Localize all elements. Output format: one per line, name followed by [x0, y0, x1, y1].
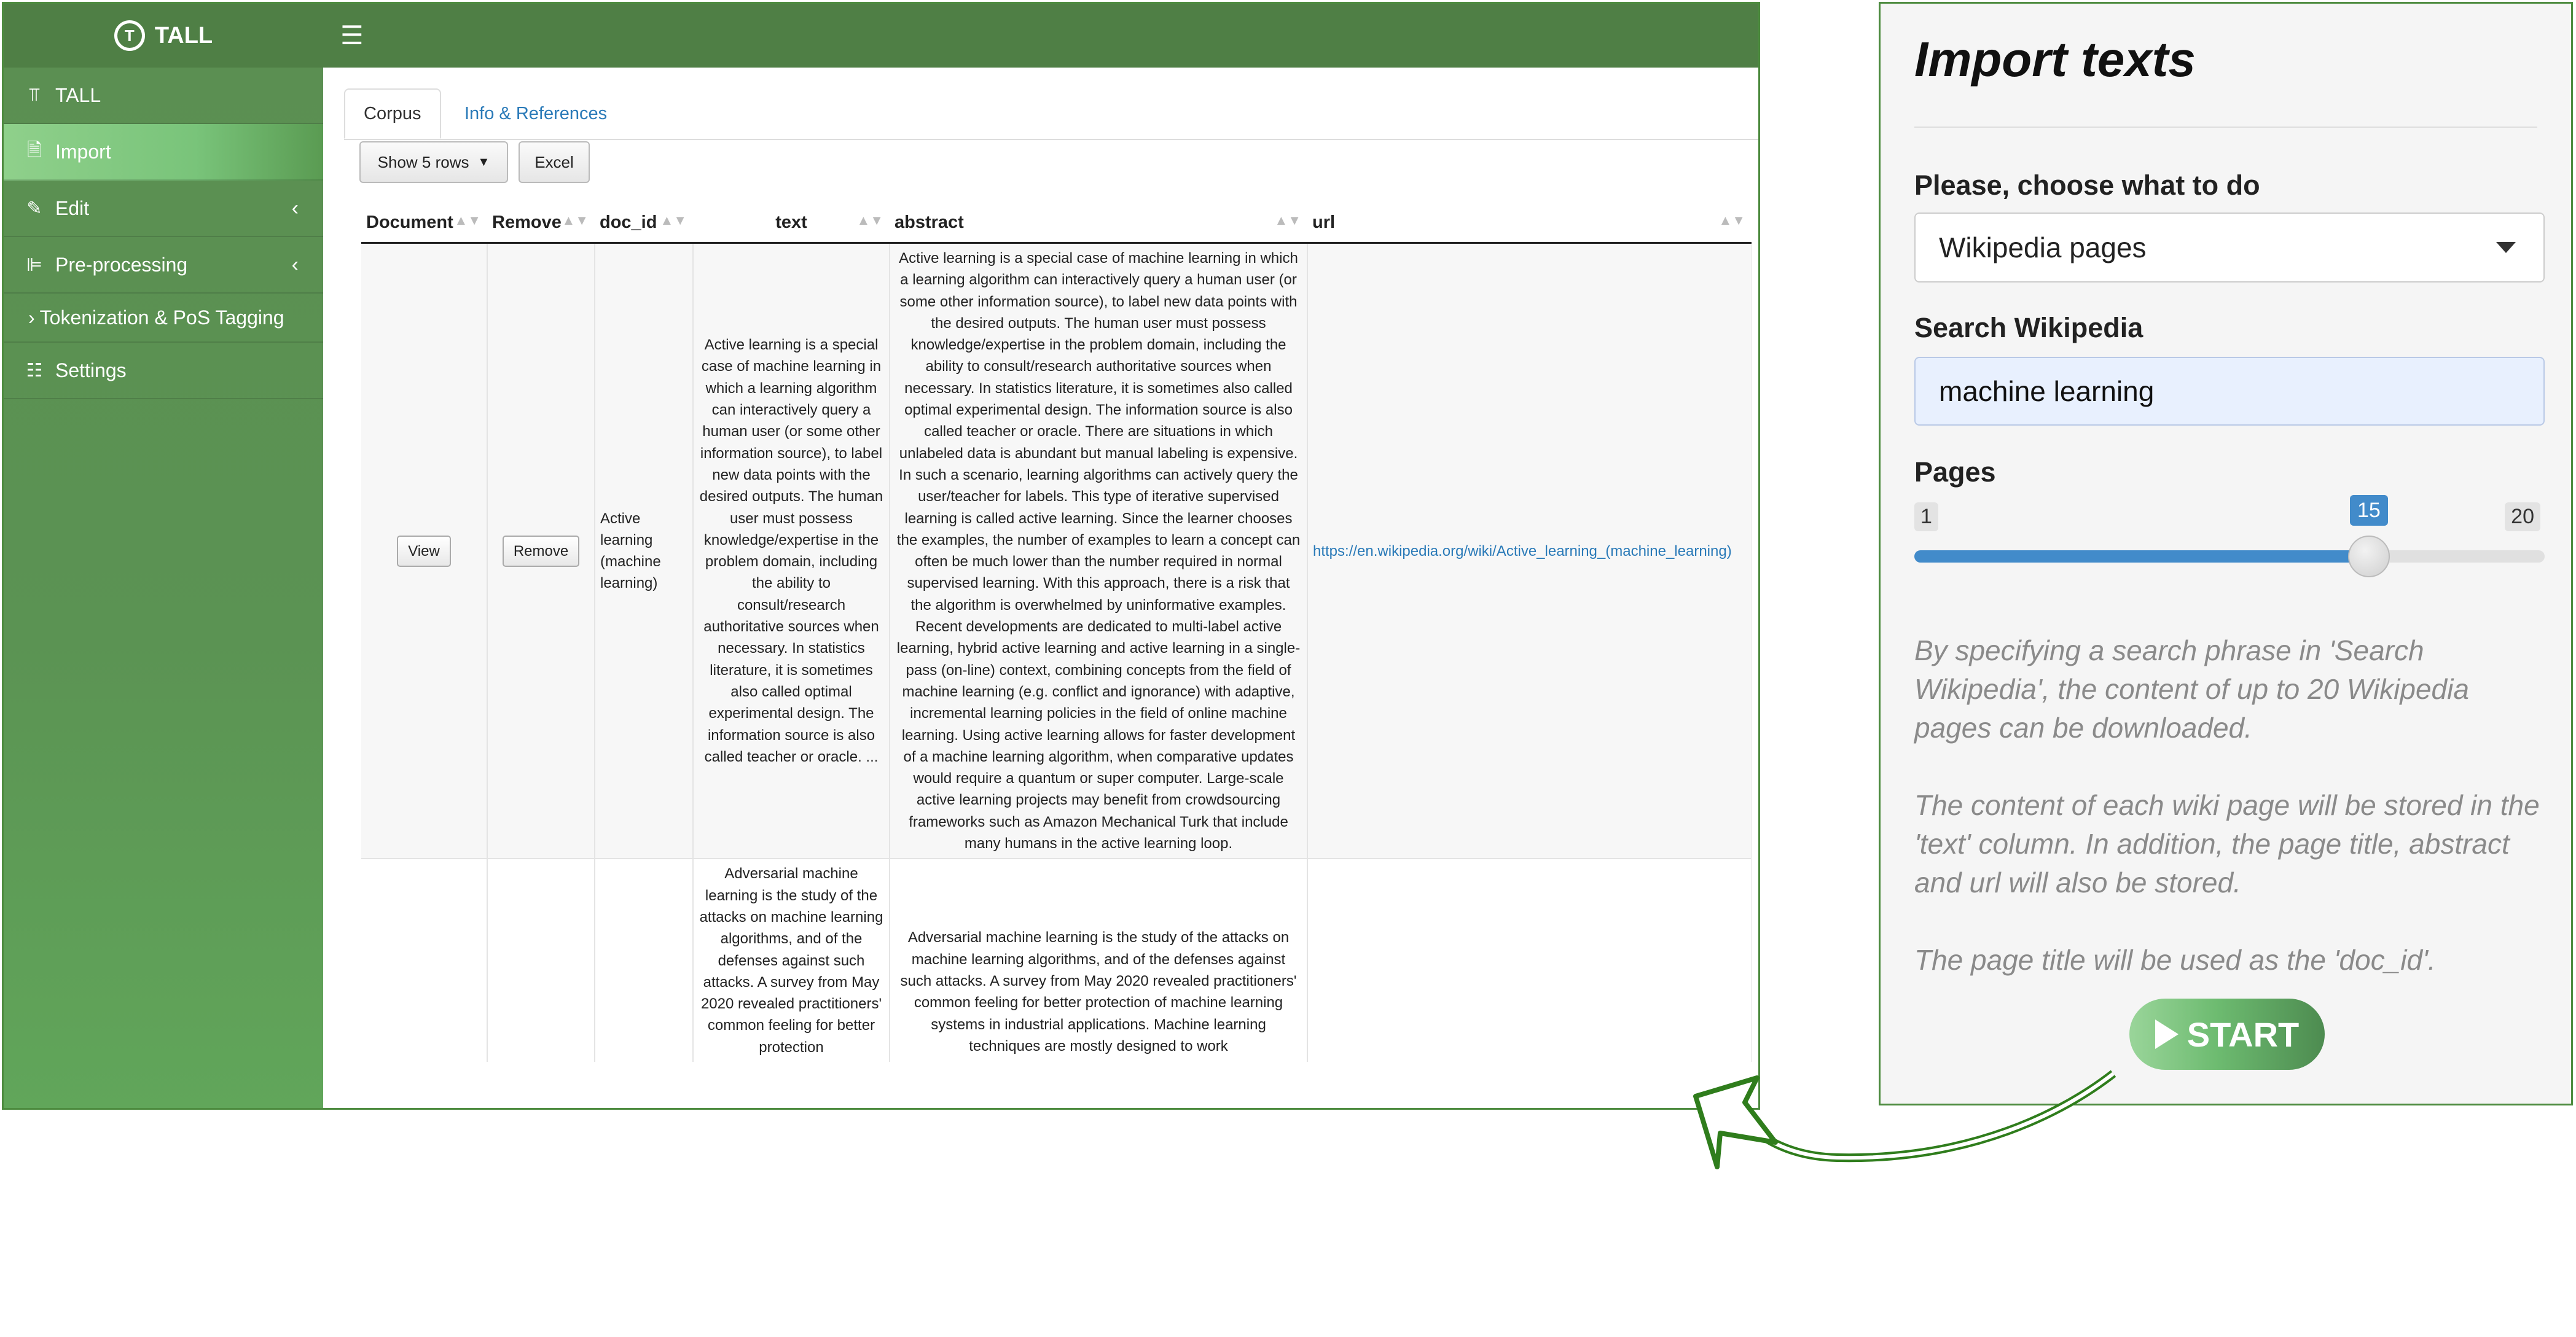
caret-down-icon: ▼: [477, 155, 490, 169]
sort-icon: ▲▼: [660, 212, 687, 228]
sidebar-item-import[interactable]: 🗎 Import: [4, 124, 323, 181]
column-header-text[interactable]: text ▲▼: [693, 203, 890, 244]
slider-handle[interactable]: [2347, 536, 2390, 577]
search-label: Search Wikipedia: [1914, 312, 2143, 343]
sidebar-item-label: TALL: [55, 84, 101, 106]
sidebar-item-preprocessing[interactable]: ⊫ Pre-processing ‹: [4, 237, 323, 294]
tab-info-references[interactable]: Info & References: [446, 88, 625, 139]
abstract-cell: Adversarial machine learning is the stud…: [890, 858, 1308, 1062]
url-link[interactable]: https://en.wikipedia.org/wiki/Active_lea…: [1313, 543, 1732, 559]
slider-max-label: 20: [2505, 502, 2540, 531]
abstract-cell: Active learning is a special case of mac…: [890, 242, 1308, 859]
sliders-icon: ⊫: [26, 254, 43, 275]
table-header-row: Document ▲▼ Remove ▲▼ doc_id ▲▼ text ▲▼ abst…: [361, 203, 1752, 244]
list-check-icon: ☷: [26, 360, 43, 381]
column-header-abstract[interactable]: abstract ▲▼: [890, 203, 1307, 244]
search-input-value: machine learning: [1939, 375, 2155, 407]
sort-icon: ▲▼: [1274, 212, 1301, 228]
table-row: View Remove Active learning (machine lea…: [361, 242, 1752, 859]
main-content: Corpus Info & References Show 5 rows ▼ E…: [323, 68, 1758, 1108]
divider: [1914, 127, 2537, 128]
doc-id-cell: [595, 858, 694, 1062]
edit-icon: ✎: [26, 198, 42, 219]
show-rows-button[interactable]: Show 5 rows ▼: [359, 141, 508, 183]
slider-value: 15: [2349, 495, 2388, 526]
column-label: Document: [366, 212, 453, 232]
excel-button[interactable]: Excel: [519, 141, 590, 183]
sort-icon: ▲▼: [856, 212, 883, 228]
brand-name: TALL: [154, 22, 213, 49]
sidebar-item-label: Edit: [55, 197, 90, 219]
column-label: text: [775, 212, 807, 232]
sidebar-item-settings[interactable]: ☷ Settings: [4, 343, 323, 399]
top-bar: T TALL ☰: [4, 4, 1758, 68]
hamburger-icon[interactable]: ☰: [340, 20, 364, 52]
corpus-table: Document ▲▼ Remove ▲▼ doc_id ▲▼ text ▲▼ abst…: [361, 203, 1752, 1108]
text-height-icon: ⫪: [29, 85, 40, 105]
curved-arrow-icon: [1693, 1070, 2116, 1169]
sidebar-item-tokenization[interactable]: › Tokenization & PoS Tagging: [4, 294, 323, 343]
sidebar-item-label: Settings: [55, 359, 127, 381]
text-cell: Adversarial machine learning is the stud…: [693, 858, 890, 1062]
start-label: START: [2186, 1015, 2300, 1054]
action-select[interactable]: Wikipedia pages: [1914, 212, 2545, 283]
column-header-url[interactable]: url ▲▼: [1307, 203, 1752, 244]
choose-label: Please, choose what to do: [1914, 170, 2260, 201]
column-label: Remove: [492, 212, 562, 232]
sidebar: ⫪ TALL 🗎 Import ✎ Edit ‹ ⊫ Pre-processin…: [4, 68, 323, 1108]
column-header-document[interactable]: Document ▲▼: [361, 203, 487, 244]
select-value: Wikipedia pages: [1939, 232, 2147, 263]
remove-cell: Remove: [487, 242, 595, 859]
tab-bar: Corpus Info & References: [344, 88, 1758, 140]
column-label: doc_id: [600, 212, 657, 232]
sort-icon: ▲▼: [562, 212, 589, 228]
sidebar-item-label: Tokenization & PoS Tagging: [39, 306, 284, 329]
column-label: url: [1312, 212, 1336, 232]
table-row: Adversarial machine learning is the stud…: [361, 858, 1752, 1062]
search-input[interactable]: machine learning: [1914, 357, 2545, 426]
tall-logo-icon: T: [114, 20, 145, 51]
slider-fill: [1914, 550, 2369, 563]
sidebar-item-label: Import: [55, 140, 111, 163]
sort-icon: ▲▼: [1718, 212, 1745, 228]
sidebar-item-edit[interactable]: ✎ Edit ‹: [4, 181, 323, 237]
column-header-doc-id[interactable]: doc_id ▲▼: [595, 203, 693, 244]
pages-label: Pages: [1914, 456, 1996, 488]
document-cell: [361, 858, 488, 1062]
import-panel: Import texts Please, choose what to do W…: [1879, 2, 2573, 1105]
url-cell: https://en.wikipedia.org/wiki/Active_lea…: [1307, 242, 1752, 859]
file-import-icon: 🗎: [26, 139, 42, 160]
help-text-2: The content of each wiki page will be st…: [1914, 789, 2540, 898]
doc-id-cell: Active learning (machine learning): [595, 242, 694, 859]
show-rows-label: Show 5 rows: [377, 152, 469, 171]
brand[interactable]: T TALL: [4, 4, 323, 68]
sidebar-item-tall[interactable]: ⫪ TALL: [4, 68, 323, 124]
panel-title: Import texts: [1914, 32, 2196, 87]
sort-icon: ▲▼: [454, 212, 481, 228]
chevron-left-icon: ‹: [291, 196, 299, 220]
chevron-right-icon: ›: [28, 306, 35, 329]
text-cell: Active learning is a special case of mac…: [693, 242, 890, 859]
chevron-left-icon: ‹: [291, 252, 299, 276]
pages-slider[interactable]: 15: [1914, 495, 2545, 577]
app-window: T TALL ☰ ⫪ TALL 🗎 Import ✎ Edit ‹ ⊫ Pre-…: [2, 2, 1760, 1110]
slider-min-label: 1: [1914, 502, 1938, 531]
view-button[interactable]: View: [397, 535, 451, 567]
column-header-remove[interactable]: Remove ▲▼: [487, 203, 595, 244]
start-button[interactable]: START: [2129, 999, 2325, 1070]
tab-corpus[interactable]: Corpus: [344, 88, 441, 139]
column-label: abstract: [895, 212, 964, 232]
caret-down-icon: [2496, 242, 2516, 253]
url-cell: [1307, 858, 1752, 1062]
play-icon: [2155, 1019, 2179, 1049]
remove-button[interactable]: Remove: [502, 535, 580, 567]
help-text-1: By specifying a search phrase in 'Search…: [1914, 634, 2469, 744]
remove-cell: [487, 858, 595, 1062]
help-text-3: The page title will be used as the 'doc_…: [1914, 944, 2436, 976]
document-cell: View: [361, 242, 488, 859]
sidebar-item-label: Pre-processing: [55, 253, 188, 276]
